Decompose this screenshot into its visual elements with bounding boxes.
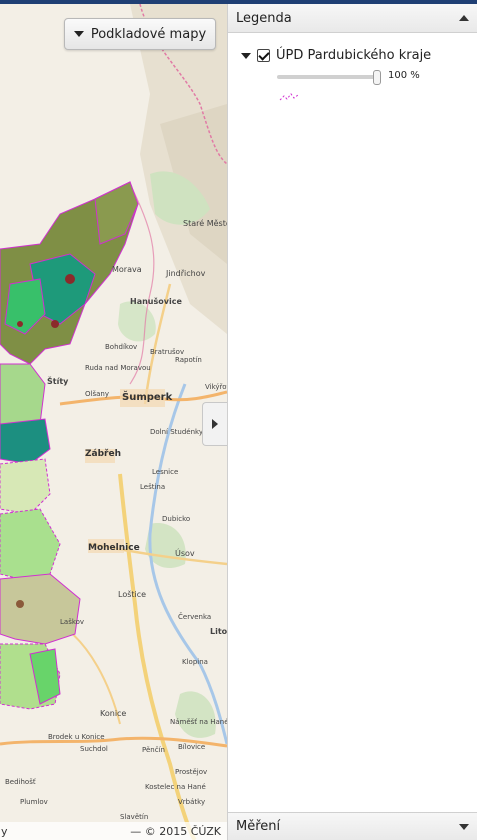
place-label: Mohelnice: [88, 543, 140, 553]
place-label: Litovel: [210, 627, 227, 636]
place-label: Hanušovice: [130, 296, 182, 306]
place-label: Dolní Studénky: [150, 428, 203, 436]
place-label: Bedihošť: [5, 777, 36, 786]
place-label: Loštice: [118, 589, 146, 599]
legend-title: Legenda: [236, 10, 292, 26]
place-label: Laškov: [60, 618, 84, 626]
place-label: Bratrušov: [150, 348, 184, 356]
expand-layer-icon[interactable]: [241, 52, 251, 59]
place-label: Staré Město: [183, 218, 227, 228]
basemap-button[interactable]: Podkladové mapy: [64, 18, 216, 50]
toggle-panel-button[interactable]: [202, 402, 227, 446]
place-label: Rapotín: [175, 356, 202, 364]
measure-header[interactable]: Měření: [228, 812, 477, 840]
place-label: Náměšť na Hané: [170, 717, 227, 726]
caret-down-icon: [73, 31, 84, 37]
place-label: Štíty: [47, 375, 69, 386]
place-label: Klopina: [182, 658, 208, 666]
layer-symbol: [279, 93, 299, 101]
place-label: Olšany: [85, 390, 109, 398]
place-label: Šumperk: [122, 390, 173, 403]
place-label: Prostějov: [175, 768, 207, 776]
place-label: Vrbátky: [178, 798, 205, 806]
place-label: Ruda nad Moravou: [85, 364, 151, 372]
place-label: Bílovice: [178, 743, 205, 751]
layer-name: ÚPD Pardubického kraje: [276, 48, 432, 63]
opacity-slider-handle[interactable]: [373, 70, 381, 85]
measure-title: Měření: [236, 819, 281, 834]
place-label: Slavětín: [120, 813, 148, 821]
place-label: Brodek u Konice: [48, 733, 105, 741]
place-label: Zábřeh: [85, 449, 121, 459]
map-attribution: y — © 2015 ČÚZK: [0, 822, 227, 840]
place-label: Dubicko: [162, 515, 190, 523]
side-panel: Legenda ÚPD Pardubického kraje 100 % Měř…: [227, 4, 477, 840]
opacity-slider[interactable]: [277, 70, 381, 85]
layer-visibility-checkbox[interactable]: [257, 49, 270, 62]
place-label: Lesnice: [152, 468, 178, 476]
map-view[interactable]: Staré Město Morava Jindřichov Hanušovice…: [0, 4, 227, 840]
place-label: Bohdíkov: [105, 343, 137, 351]
opacity-value: 100 %: [388, 70, 420, 81]
triangle-down-icon[interactable]: [459, 823, 469, 830]
place-label: Morava: [112, 265, 142, 274]
place-label: Suchdol: [80, 745, 108, 753]
attribution-text: — © 2015 ČÚZK: [130, 824, 221, 838]
place-label: Pěnčín: [142, 746, 165, 754]
place-label: Úsov: [175, 547, 195, 558]
map-canvas[interactable]: Staré Město Morava Jindřichov Hanušovice…: [0, 4, 227, 840]
triangle-up-icon[interactable]: [459, 15, 469, 21]
place-label: Červenka: [178, 612, 211, 621]
attribution-left: y: [1, 824, 8, 838]
opacity-slider-track[interactable]: [277, 75, 377, 79]
basemap-button-label: Podkladové mapy: [90, 26, 207, 42]
legend-layer-row: ÚPD Pardubického kraje: [241, 48, 431, 63]
triangle-right-icon: [212, 419, 218, 429]
legend-header[interactable]: Legenda: [228, 4, 477, 33]
place-label: Leština: [140, 483, 165, 491]
place-label: Konice: [100, 709, 126, 718]
place-label: Plumlov: [20, 798, 48, 806]
place-label: Vikýřovice: [205, 383, 227, 391]
place-label: Jindřichov: [165, 269, 206, 278]
place-label: Kostelec na Hané: [145, 783, 206, 791]
